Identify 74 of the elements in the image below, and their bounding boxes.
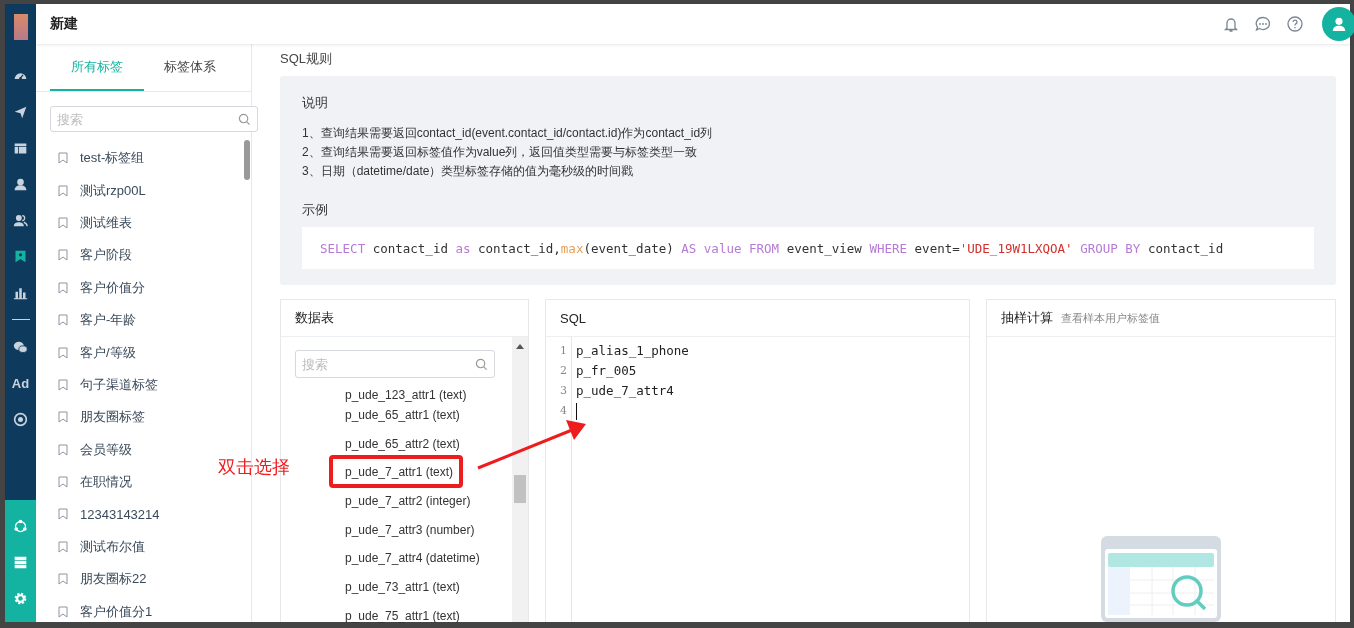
tab[interactable]: 标签体系 [143,44,237,91]
chat-icon [13,339,28,355]
tag-icon [58,152,68,165]
line-number: 1 [560,343,567,359]
bell-icon[interactable] [1222,15,1240,33]
tag-icon [58,443,68,456]
scrollbar-thumb[interactable] [244,140,250,180]
tag-item[interactable]: 12343143214 [80,507,160,522]
tag-item[interactable]: 客户价值分 [80,278,145,297]
tag-icon [58,411,68,424]
tag-item[interactable]: 朋友圈标签 [80,408,145,427]
sql-editor[interactable]: p_alias_1_phone p_fr_005 p_ude_7_attr4 [572,337,969,622]
line-number: 3 [560,383,567,399]
paper-plane-icon [13,104,28,120]
tag-icon [58,605,68,618]
tag-item[interactable]: 客户价值分1 [80,602,153,621]
panel-title: SQL [560,310,586,326]
page-title: 新建 [50,15,78,33]
tag-icon [58,508,68,521]
search-field[interactable]: 搜索 [50,106,258,132]
nav-item[interactable]: Ad [5,365,36,401]
tag-item[interactable]: 客户阶段 [80,246,132,265]
tag-icon [58,476,68,489]
target-icon [13,411,28,427]
annotation-text: 双击选择 [218,456,290,479]
tag-icon [58,314,68,327]
code-example: SELECT contact_id as contact_id,max(event_date) AS value FROM event_view WHERE event='UDE_19W1LXQOA' GROUP BY contact_id [302,227,1314,269]
note-text: 1、查询结果需要返回contact_id(event.contact_id/contact.id)作为contact_id列 [302,125,714,142]
person-icon [13,176,28,192]
tag-icon [58,540,68,553]
tag-item[interactable]: 客户-年龄 [80,311,137,330]
tag-item[interactable]: 会员等级 [80,440,132,459]
section-title: SQL规则 [280,50,333,68]
tag-item[interactable]: test-标签组 [80,149,145,168]
chat-bubble-icon[interactable] [1254,15,1272,33]
tag-icon [58,184,68,197]
tag-item[interactable]: 客户/等级 [80,343,136,362]
help-icon[interactable] [1286,15,1304,33]
search-icon [238,112,251,126]
tag-item[interactable]: 测试布尔值 [80,537,145,556]
tag-item[interactable]: 在职情况 [80,473,132,492]
tag-item[interactable]: 测试维表 [80,213,132,232]
panel-subtitle: 查看样本用户标签值 [1061,310,1160,326]
tag-icon [58,378,68,391]
tag-icon [58,281,68,294]
panel-title: 抽样计算 [1001,309,1053,327]
line-number: 2 [560,363,567,379]
search-icon [475,357,488,371]
logo [13,14,28,40]
people-icon [13,212,28,228]
search-field[interactable]: 搜索 [295,350,495,378]
tag-icon [58,573,68,586]
line-number: 4 [560,403,567,419]
tag-icon [58,216,68,229]
tag-icon [58,346,68,359]
scroll-up-icon[interactable] [516,343,524,349]
server-icon[interactable] [13,554,28,570]
network-icon[interactable] [13,518,28,534]
avatar[interactable] [1322,7,1354,41]
example-title: 示例 [302,201,329,219]
settings-icon[interactable] [13,590,28,606]
tag-item[interactable]: 句子渠道标签 [80,375,158,394]
note-text: 3、日期（datetime/date）类型标签存储的值为毫秒级的时间戳 [302,163,635,180]
bookmark-icon [13,248,28,264]
field-item[interactable]: p_ude_123_attr1 (text) [329,378,477,411]
note-text: 2、查询结果需要返回标签值作为value列，返回值类型需要与标签类型一致 [302,144,699,161]
notes-title: 说明 [302,94,329,112]
tag-icon [58,249,68,262]
person-icon [1331,16,1347,32]
scrollbar-thumb[interactable] [514,475,526,503]
panel-title: 数据表 [295,309,334,327]
tag-item[interactable]: 朋友圈标22 [80,570,147,589]
tag-item[interactable]: 测试rzp00L [80,181,146,200]
field-item[interactable]: p_ude_7_attr1 (text) [329,455,464,489]
